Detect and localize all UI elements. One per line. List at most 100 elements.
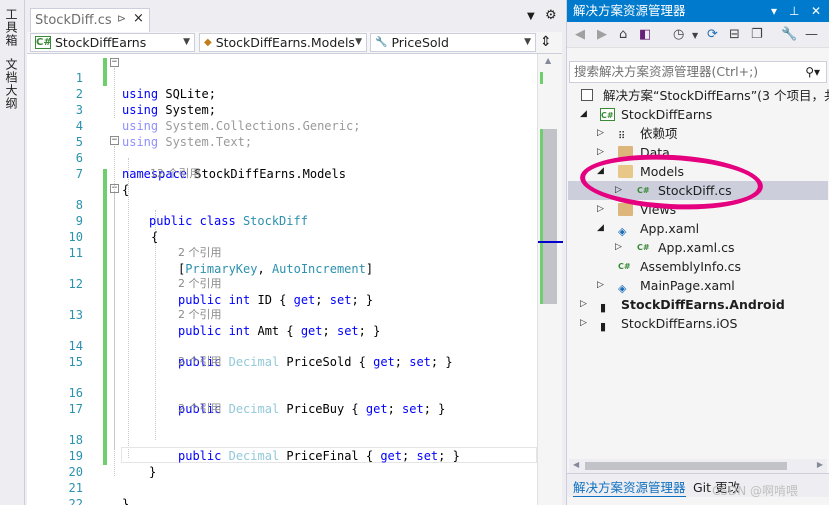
properties-wrench-icon[interactable]: 🔧 xyxy=(781,27,797,42)
keyword: set xyxy=(402,402,424,416)
class-icon: ◆ xyxy=(204,37,212,48)
codelens-references[interactable]: 2 个引用 xyxy=(178,245,222,260)
change-marker xyxy=(540,72,543,84)
document-tab-stockdiff[interactable]: StockDiff.cs ⊳ × xyxy=(30,8,150,32)
codelens-references[interactable]: 12 个引用 xyxy=(150,166,201,181)
solution-search-input[interactable]: 搜索解决方案资源管理器(Ctrl+;) ⚲▾ xyxy=(569,61,827,83)
chevron-down-icon[interactable]: ▼ xyxy=(692,31,698,40)
left-tool-strip: 工具箱 文档大纲 xyxy=(0,0,25,505)
type-name: Decimal xyxy=(228,355,280,369)
expand-arrow-icon[interactable]: ◢ xyxy=(597,219,604,238)
pending-changes-filter-icon[interactable]: ◷ xyxy=(673,27,684,42)
code-line: 5 xyxy=(27,118,537,149)
solution-explorer: 解决方案资源管理器 ▾ ⊥ ✕ ◀ ▶ ⌂ ◧ ◷ ▼ ⟳ ⊟ ❐ 🔧 — 搜索… xyxy=(566,0,829,505)
back-icon[interactable]: ◀ xyxy=(575,27,585,42)
tree-item-project-android[interactable]: ▷ ▮ StockDiffEarns.Android xyxy=(567,295,829,314)
code-line: 3 using System.Collections.Generic; xyxy=(27,86,537,133)
line-number: 13 xyxy=(68,308,83,322)
overflow-icon[interactable]: — xyxy=(805,27,818,42)
forward-icon[interactable]: ▶ xyxy=(597,27,607,42)
document-tab-title: StockDiff.cs xyxy=(35,13,112,28)
collapse-arrow-icon[interactable]: ▷ xyxy=(597,200,604,219)
codelens-references[interactable]: 2 个引用 xyxy=(178,354,222,369)
document-outline-tab[interactable]: 文档大纲 xyxy=(3,58,20,110)
solution-horizontal-scrollbar[interactable]: ◀ ▶ xyxy=(569,459,827,473)
tab-solution-explorer[interactable]: 解决方案资源管理器 xyxy=(573,477,686,497)
close-icon[interactable]: ✕ xyxy=(811,0,821,22)
scrollbar-thumb[interactable] xyxy=(543,129,557,304)
tree-item-assemblyinfo[interactable]: C# AssemblyInfo.cs xyxy=(567,257,829,276)
tree-item-app-xaml-cs[interactable]: ▷ C# App.xaml.cs xyxy=(567,238,829,257)
code-line: 9 { xyxy=(27,197,537,244)
collapse-arrow-icon[interactable]: ▷ xyxy=(597,124,604,143)
code-text: ; xyxy=(394,355,410,369)
line-number: 22 xyxy=(68,497,83,505)
collapse-all-icon[interactable]: ⊟ xyxy=(729,27,740,42)
keyword: get xyxy=(365,402,388,416)
pin-icon[interactable]: ⊥ xyxy=(789,0,799,22)
tree-item-project-stockdiffearns[interactable]: ◢ C# StockDiffEarns xyxy=(567,105,829,124)
split-editor-icon[interactable]: ⇕ xyxy=(540,34,552,50)
scroll-left-icon[interactable]: ◀ xyxy=(573,460,579,469)
tree-item-mainpage-xaml[interactable]: ▷ ◈ MainPage.xaml xyxy=(567,276,829,295)
window-menu-icon[interactable]: ▾ xyxy=(771,0,777,22)
code-text: } xyxy=(122,497,130,505)
code-line: 11 [PrimaryKey, AutoIncrement] xyxy=(27,229,537,276)
tree-item-label: MainPage.xaml xyxy=(640,278,735,293)
line-number: 11 xyxy=(68,246,83,260)
code-line: 2 using System; xyxy=(27,70,537,117)
chevron-down-icon: ▼ xyxy=(183,37,190,47)
tree-item-label: StockDiffEarns.iOS xyxy=(621,316,738,331)
collapse-arrow-icon[interactable]: ▷ xyxy=(597,276,604,295)
collapse-arrow-icon[interactable]: ▷ xyxy=(615,238,622,257)
pin-icon[interactable]: ⊳ xyxy=(117,12,126,25)
switch-views-icon[interactable]: ◧ xyxy=(639,27,651,42)
member-dropdown-value: PriceSold xyxy=(391,35,449,50)
code-line: 13 public int Amt { get; set; } xyxy=(27,291,537,338)
collapse-arrow-icon[interactable]: ▷ xyxy=(580,295,587,314)
code-line: 21 } xyxy=(27,464,537,505)
tree-item-app-xaml[interactable]: ◢ ◈ App.xaml xyxy=(567,219,829,238)
sync-icon[interactable]: ⟳ xyxy=(707,27,718,42)
show-all-files-icon[interactable]: ❐ xyxy=(751,27,763,42)
code-line: 10 xyxy=(27,213,537,244)
code-line: 15 xyxy=(27,338,537,369)
toolbox-tab[interactable]: 工具箱 xyxy=(3,8,20,47)
home-icon[interactable]: ⌂ xyxy=(619,27,627,42)
close-icon[interactable]: × xyxy=(133,11,144,26)
solution-icon xyxy=(581,89,593,101)
solution-search-placeholder: 搜索解决方案资源管理器(Ctrl+;) xyxy=(574,64,759,79)
codelens-references[interactable]: 2 个引用 xyxy=(178,307,222,322)
tree-item-label: StockDiffEarns.Android xyxy=(621,297,785,312)
tree-item-project-ios[interactable]: ▷ ▮ StockDiffEarns.iOS xyxy=(567,314,829,333)
code-line: 8 public class StockDiff xyxy=(27,181,537,228)
code-text: PriceBuy { xyxy=(279,402,366,416)
codelens-references[interactable]: 2 个引用 xyxy=(178,276,222,291)
code-line: 22 xyxy=(27,480,537,505)
navigation-bar: C# StockDiffEarns ▼ ◆ StockDiffEarns.Mod… xyxy=(27,32,562,54)
project-dropdown[interactable]: C# StockDiffEarns ▼ xyxy=(30,33,195,52)
csharp-project-icon: C# xyxy=(35,36,52,49)
csharp-file-icon: C# xyxy=(618,262,631,271)
code-text-area[interactable]: − − − 1 using SQLite; 2 using System; 3 … xyxy=(27,54,562,505)
csharp-file-icon: C# xyxy=(637,243,650,252)
wrench-property-icon: 🔧 xyxy=(375,37,388,48)
keyword: get xyxy=(373,355,395,369)
tree-item-dependencies[interactable]: ▷ ⠿ 依赖项 xyxy=(567,124,829,143)
document-tab-bar: StockDiff.cs ⊳ × ▼ ⚙ xyxy=(27,0,562,32)
scrollbar-thumb[interactable] xyxy=(585,462,787,470)
editor-vertical-scrollbar[interactable]: ▲ xyxy=(537,54,563,505)
gear-icon[interactable]: ⚙ xyxy=(545,8,557,23)
collapse-arrow-icon[interactable]: ▷ xyxy=(597,143,604,162)
codelens-references[interactable]: 2 个引用 xyxy=(178,401,222,416)
collapse-arrow-icon[interactable]: ▷ xyxy=(580,314,587,333)
tree-item-solution[interactable]: 解决方案“StockDiffEarns”(3 个项目，共 xyxy=(567,86,829,105)
code-line: 14 public Decimal PriceSold { get; set; … xyxy=(27,322,537,369)
scroll-right-icon[interactable]: ▶ xyxy=(817,460,823,469)
member-dropdown[interactable]: 🔧 PriceSold ▼ xyxy=(370,33,536,52)
scroll-up-icon[interactable]: ▲ xyxy=(545,56,551,65)
class-dropdown[interactable]: ◆ StockDiffEarns.Models ▼ xyxy=(199,33,367,52)
solution-explorer-title: 解决方案资源管理器 xyxy=(573,3,686,18)
tab-list-dropdown-icon[interactable]: ▼ xyxy=(527,11,535,22)
expand-arrow-icon[interactable]: ◢ xyxy=(580,105,587,124)
